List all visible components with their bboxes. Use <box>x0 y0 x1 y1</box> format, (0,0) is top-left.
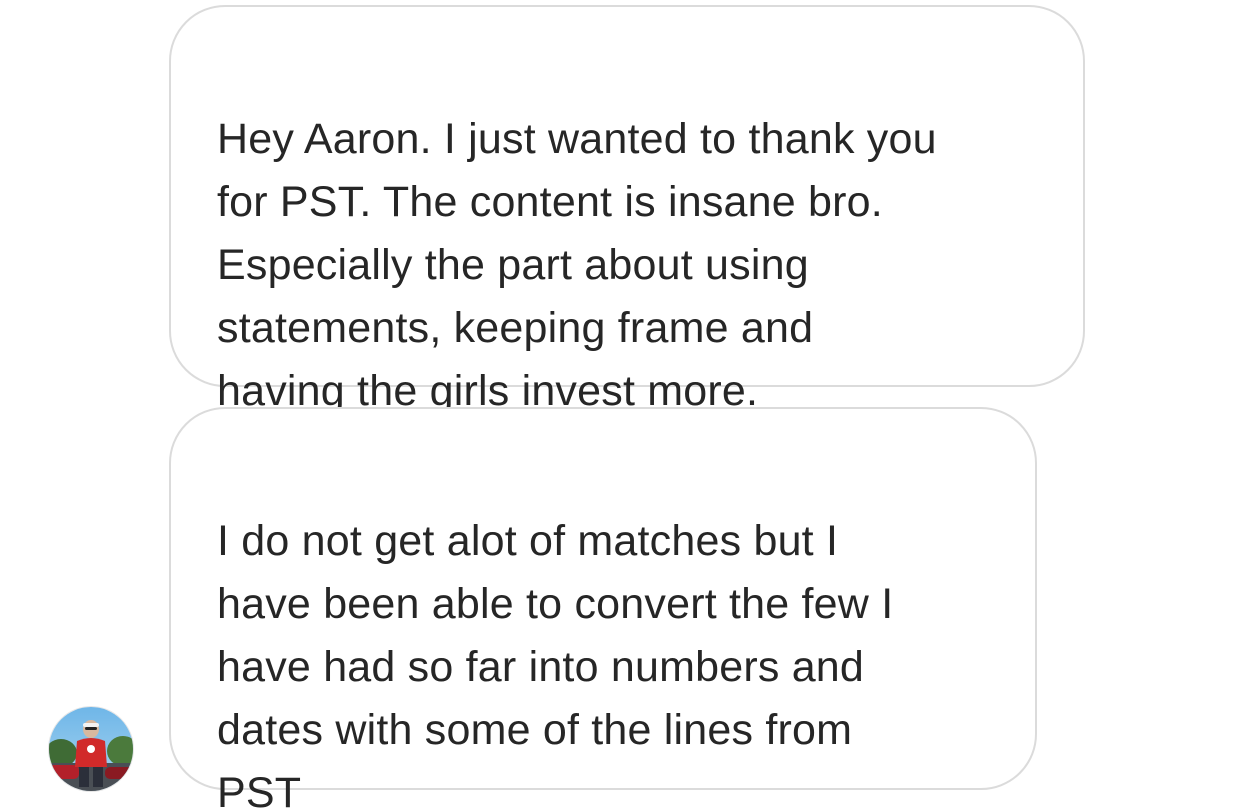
contact-avatar-icon <box>49 707 133 791</box>
message-text: I do not get alot of matches but I have … <box>217 517 894 811</box>
message-text: Hey Aaron. I just wanted to thank you fo… <box>217 115 937 415</box>
message-thread: Hey Aaron. I just wanted to thank you fo… <box>0 0 1242 811</box>
contact-avatar[interactable] <box>48 706 134 792</box>
message-bubble[interactable]: I do not get alot of matches but I have … <box>169 407 1037 811</box>
message-bubble[interactable]: Hey Aaron. I just wanted to thank you fo… <box>169 5 1085 415</box>
